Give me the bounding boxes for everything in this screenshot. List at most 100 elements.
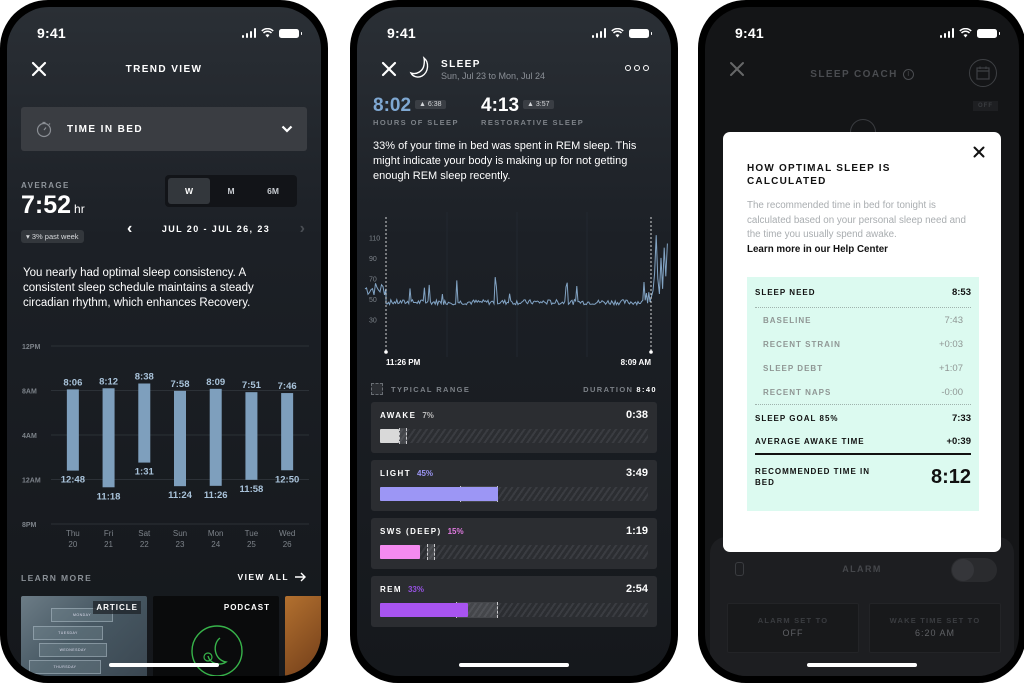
modal-description: The recommended time in bed for tonight …: [747, 200, 966, 255]
y-tick-label: 8PM: [22, 522, 37, 529]
phone-trend-view: 9:41 TREND VIEW TIME IN BED AVERAGE 7:52…: [0, 0, 328, 683]
component-row-sleep-debt: SLEEP DEBT +1:07: [763, 362, 963, 374]
typical-range-legend: TYPICAL RANGE: [371, 383, 470, 395]
date-subtitle: Sun, Jul 23 to Mon, Jul 24: [441, 71, 546, 81]
stage-bar-track: [380, 544, 648, 560]
previous-arrow-icon[interactable]: ‹: [127, 220, 132, 238]
calendar-icon[interactable]: [969, 59, 997, 87]
average-value: 7:52 hr: [21, 191, 85, 219]
modal-close-icon[interactable]: [973, 146, 985, 158]
recommended-value: 8:12: [930, 465, 971, 488]
sleep-stage-rem[interactable]: REM 33% 2:54: [371, 576, 657, 627]
range-selector: W M 6M: [165, 175, 297, 207]
average-change-badge: ▾ 3% past week: [21, 230, 84, 243]
y-tick-label: 4AM: [22, 433, 37, 440]
stage-name: REM 33%: [380, 585, 424, 594]
range-tab-6-months[interactable]: 6M: [252, 178, 294, 204]
chevron-down-icon: [281, 125, 293, 133]
sleep-coach-screen: 9:41 SLEEP COACH i OFF ALARM ALARM SET TO…: [705, 7, 1019, 676]
stage-duration: 1:19: [625, 525, 648, 537]
heart-rate-line: [364, 235, 668, 307]
home-indicator: [109, 663, 219, 667]
wake-time-value: 6:20 AM: [914, 628, 956, 638]
x-date-label: 25: [247, 540, 256, 549]
x-date-label: 24: [211, 540, 220, 549]
status-bar: 9:41: [387, 23, 652, 43]
metric-dropdown[interactable]: TIME IN BED: [21, 107, 307, 151]
stage-duration: 2:54: [625, 583, 648, 595]
consistency-insight: You nearly had optimal sleep consistency…: [23, 267, 254, 309]
help-center-link[interactable]: Learn more in our Help Center: [747, 244, 888, 255]
close-icon[interactable]: [379, 59, 399, 79]
average-unit: hr: [74, 202, 85, 216]
battery-icon: [977, 28, 1000, 38]
next-arrow-icon[interactable]: ›: [300, 220, 305, 238]
heart-rate-chart: 110 90 70 50 30 11:26 PM 8:09 AM: [364, 212, 668, 367]
stage-bar-track: [380, 602, 648, 618]
time-in-bed-bar[interactable]: [209, 388, 222, 486]
metric-label: TIME IN BED: [67, 123, 143, 135]
stage-bar-fill: [380, 545, 421, 559]
status-time: 9:41: [735, 25, 764, 41]
sleep-stage-awake[interactable]: AWAKE 7% 0:38: [371, 402, 657, 453]
alarm-set-value: OFF: [782, 628, 804, 638]
stage-name: LIGHT 45%: [380, 469, 434, 478]
wake-time-label: 7:46: [278, 381, 297, 392]
time-in-bed-chart: 12PM 8AM 4AM 12AM 8PM 8:06 12:48 Thu 20 8:12 11:18…: [22, 344, 309, 549]
partial-card[interactable]: [285, 596, 321, 676]
range-tab-week[interactable]: W: [168, 178, 210, 204]
moon-icon: [409, 56, 429, 78]
sleep-stage-sws-deep[interactable]: SWS (DEEP) 15% 1:19: [371, 518, 657, 569]
wake-time-label: 7:58: [170, 379, 189, 390]
component-row-recent-strain: RECENT STRAIN +0:03: [763, 338, 963, 350]
bedtime-label: 12:48: [61, 475, 85, 486]
sleep-end-dot: [649, 350, 653, 354]
podcast-tag: PODCAST: [223, 603, 270, 612]
more-options-icon[interactable]: [625, 65, 649, 71]
hours-of-sleep-stat: 8:02 ▲ 6:38 HOURS OF SLEEP: [373, 95, 459, 127]
time-in-bed-bar[interactable]: [174, 390, 186, 487]
sleep-detail-screen: 9:41 SLEEP Sun, Jul 23 to Mon, Jul 24 8:…: [357, 7, 671, 676]
hours-of-sleep-label: HOURS OF SLEEP: [373, 118, 459, 127]
time-in-bed-bar[interactable]: [138, 383, 151, 463]
sleep-stage-light[interactable]: LIGHT 45% 3:49: [371, 460, 657, 511]
stage-name: SWS (DEEP) 15%: [380, 527, 464, 536]
bedtime-label: 11:58: [240, 484, 264, 495]
stage-duration: 3:49: [625, 467, 648, 479]
wake-time-label: 7:51: [242, 380, 262, 391]
y-tick-label: 8AM: [22, 389, 37, 396]
y-tick-label: 12PM: [22, 344, 40, 351]
stage-duration: 0:38: [625, 409, 648, 421]
restorative-sleep-stat: 4:13 ▲ 3:57 RESTORATIVE SLEEP: [481, 95, 584, 127]
time-in-bed-bar[interactable]: [102, 388, 115, 488]
y-tick-label: 12AM: [22, 478, 41, 485]
x-day-label: Tue: [245, 529, 259, 538]
time-in-bed-bar[interactable]: [245, 392, 258, 480]
info-icon[interactable]: i: [902, 69, 914, 80]
sleep-need-components: BASELINE 7:43 RECENT STRAIN +0:03 SLEEP DEBT…: [755, 308, 971, 404]
view-all-link[interactable]: VIEW ALL: [238, 572, 308, 582]
status-bar: 9:41: [37, 23, 302, 43]
time-in-bed-bar[interactable]: [281, 393, 294, 471]
time-in-bed-bar[interactable]: [66, 389, 79, 471]
restorative-sleep-badge: ▲ 3:57: [523, 100, 554, 109]
x-day-label: Thu: [66, 529, 80, 538]
bedtime-label: 12:50: [275, 474, 299, 485]
x-day-label: Sun: [173, 529, 187, 538]
hours-of-sleep-value: 8:02: [373, 95, 412, 116]
stage-bar-fill: [380, 603, 469, 617]
y-tick-label: 50: [369, 297, 377, 304]
x-date-label: 20: [68, 540, 77, 549]
stage-bar-track: [380, 428, 648, 444]
y-tick-label: 30: [369, 318, 377, 325]
stage-bar-fill: [380, 429, 399, 443]
recommended-row: RECOMMENDED TIME IN BED 8:12: [755, 465, 971, 488]
range-tab-month[interactable]: M: [210, 178, 252, 204]
sleep-end-label: 8:09 AM: [621, 358, 652, 367]
wake-time-button[interactable]: WAKE TIME SET TO 6:20 AM: [869, 603, 1001, 653]
date-range: JUL 20 - JUL 26, 23: [161, 224, 271, 234]
alarm-set-button[interactable]: ALARM SET TO OFF: [727, 603, 859, 653]
alarm-toggle[interactable]: [951, 558, 997, 582]
rem-insight: 33% of your time in bed was spent in REM…: [373, 140, 637, 182]
typical-range-marker: [426, 544, 435, 560]
